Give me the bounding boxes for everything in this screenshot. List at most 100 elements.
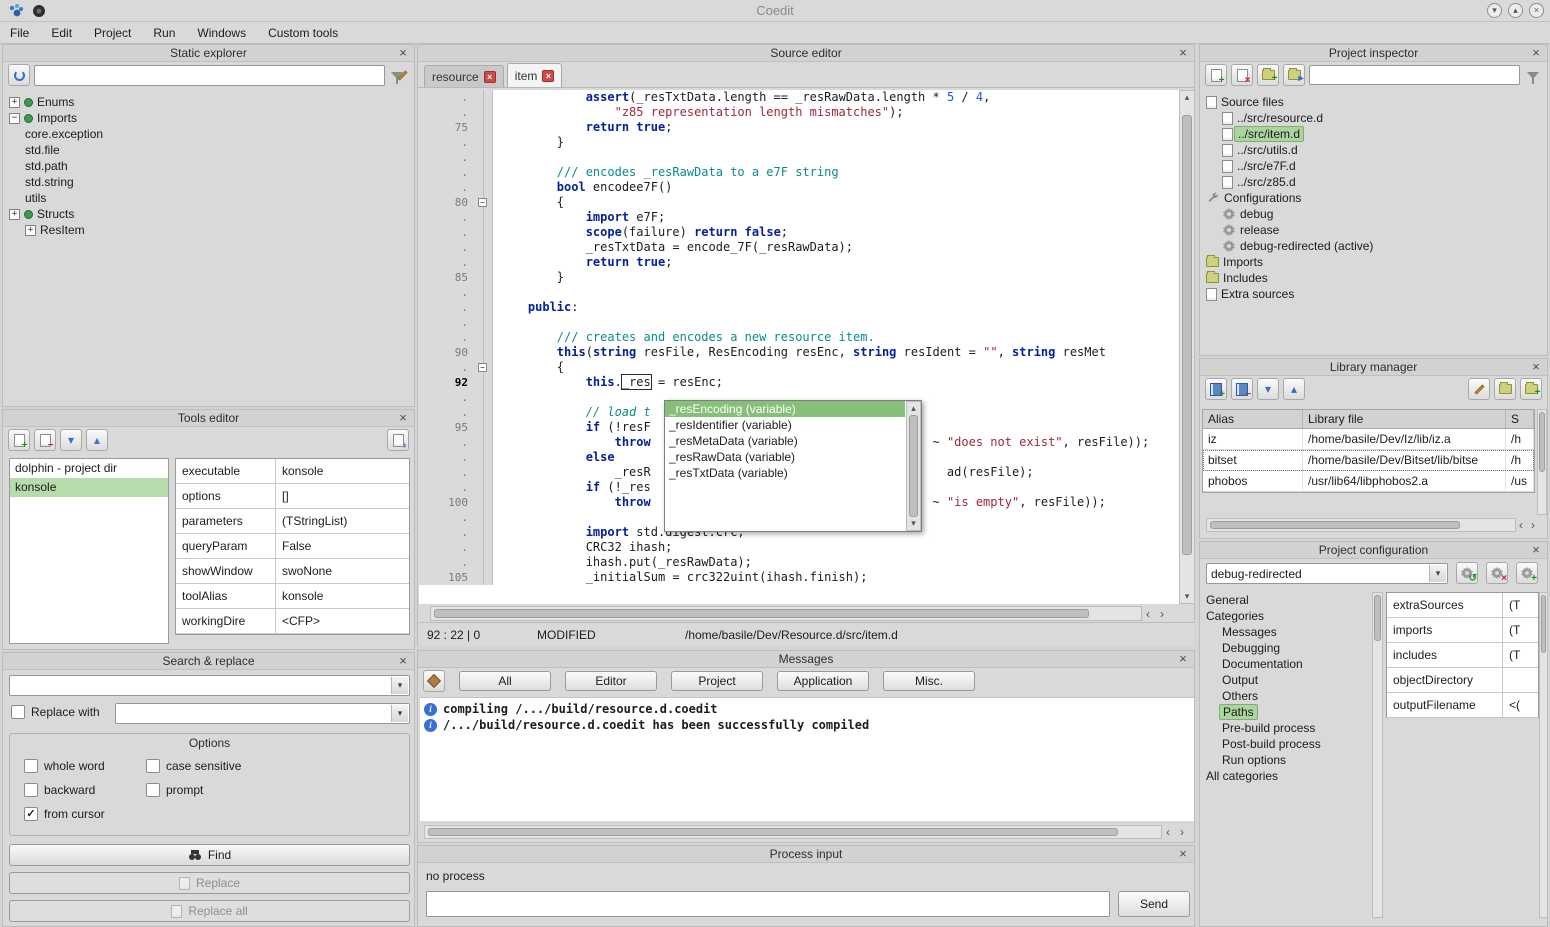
code-line[interactable]: . /// creates and encodes a new resource… bbox=[419, 330, 1179, 345]
menu-project[interactable]: Project bbox=[94, 26, 131, 40]
menu-windows[interactable]: Windows bbox=[197, 26, 246, 40]
close-panel-icon[interactable]: × bbox=[1529, 542, 1543, 557]
close-panel-icon[interactable]: × bbox=[396, 410, 410, 425]
tree-item-core-exception[interactable]: core.exception bbox=[5, 126, 412, 142]
code-line[interactable]: 85 } bbox=[419, 270, 1179, 285]
refresh-button[interactable] bbox=[8, 64, 30, 86]
property-row[interactable]: toolAliaskonsole bbox=[176, 584, 409, 609]
lib-from-project-button[interactable]: + bbox=[1520, 378, 1542, 400]
completion-item[interactable]: _resRawData (variable) bbox=[665, 449, 905, 465]
scroll-up-icon[interactable]: ▴ bbox=[1180, 92, 1194, 103]
filter-application-button[interactable]: Application bbox=[777, 671, 869, 691]
property-row[interactable]: executablekonsole bbox=[176, 459, 409, 484]
project-filter-input[interactable] bbox=[1309, 65, 1520, 85]
column-header-alias[interactable]: Alias bbox=[1203, 410, 1303, 428]
property-value[interactable]: (T bbox=[1503, 593, 1538, 617]
tree-item-source-files[interactable]: Source files bbox=[1202, 94, 1545, 110]
close-panel-icon[interactable]: × bbox=[1176, 846, 1190, 861]
message-row[interactable]: /.../build/resource.d.coedit has been su… bbox=[424, 717, 1190, 733]
configuration-select[interactable]: debug-redirected ▾ bbox=[1206, 563, 1448, 584]
filter-icon[interactable] bbox=[1524, 72, 1542, 79]
tree-item-others[interactable]: Others bbox=[1202, 688, 1370, 704]
code-line[interactable]: . bbox=[419, 150, 1179, 165]
chevron-down-icon[interactable]: ▾ bbox=[1429, 565, 1446, 582]
close-panel-icon[interactable]: × bbox=[1176, 651, 1190, 666]
tree-item-std-string[interactable]: std.string bbox=[5, 174, 412, 190]
expander-icon[interactable]: + bbox=[9, 97, 20, 108]
tree-item-run-options[interactable]: Run options bbox=[1202, 752, 1370, 768]
tree-item-categories[interactable]: Categories bbox=[1202, 608, 1370, 624]
property-value[interactable]: <( bbox=[1503, 693, 1538, 717]
option-from-cursor[interactable]: ✓from cursor bbox=[24, 806, 105, 822]
find-button[interactable]: Find bbox=[9, 844, 410, 866]
add-source-button[interactable]: + bbox=[1205, 64, 1227, 86]
remove-source-button[interactable]: × bbox=[1231, 64, 1253, 86]
replace-combo[interactable]: ▾ bbox=[115, 703, 410, 724]
column-header-library-file[interactable]: Library file bbox=[1303, 410, 1506, 428]
tree-item-output[interactable]: Output bbox=[1202, 672, 1370, 688]
shade-window-icon[interactable]: ▾ bbox=[1487, 3, 1502, 18]
menu-custom-tools[interactable]: Custom tools bbox=[268, 26, 338, 40]
column-header-s[interactable]: S bbox=[1506, 410, 1534, 428]
code-line[interactable]: 92 this._res = resEnc; bbox=[419, 375, 1179, 390]
chevron-down-icon[interactable]: ▾ bbox=[391, 677, 408, 694]
code-line[interactable]: . scope(failure) return false; bbox=[419, 225, 1179, 240]
send-button[interactable]: Send bbox=[1118, 891, 1190, 917]
property-value[interactable]: <CFP> bbox=[276, 609, 409, 633]
tree-item-release[interactable]: release bbox=[1202, 222, 1545, 238]
categories-vscrollbar[interactable] bbox=[1372, 592, 1383, 918]
property-value[interactable]: konsole bbox=[276, 584, 409, 608]
move-up-button[interactable]: ▴ bbox=[86, 429, 108, 451]
fold-icon[interactable]: − bbox=[478, 363, 487, 372]
close-panel-icon[interactable]: × bbox=[396, 45, 410, 60]
expander-icon[interactable]: + bbox=[25, 225, 36, 236]
tree-item-structs[interactable]: +Structs bbox=[5, 206, 412, 222]
message-row[interactable]: compiling /.../build/resource.d.coedit bbox=[424, 701, 1190, 717]
symbol-filter-input[interactable] bbox=[34, 65, 385, 86]
close-panel-icon[interactable]: × bbox=[396, 653, 410, 668]
code-line[interactable]: . bbox=[419, 315, 1179, 330]
property-row[interactable]: showWindowswoNone bbox=[176, 559, 409, 584]
code-line[interactable]: . bool encodee7F() bbox=[419, 180, 1179, 195]
move-down-button[interactable]: ▾ bbox=[60, 429, 82, 451]
code-line[interactable]: 80− { bbox=[419, 195, 1179, 210]
minimize-window-icon[interactable]: ▴ bbox=[1508, 3, 1523, 18]
property-value[interactable]: (T bbox=[1503, 618, 1538, 642]
editor-hscrollbar[interactable] bbox=[430, 606, 1142, 621]
tree-item-src-utils-d[interactable]: ../src/utils.d bbox=[1202, 142, 1545, 158]
open-lib-button[interactable] bbox=[1494, 378, 1516, 400]
filter-misc-button[interactable]: Misc. bbox=[883, 671, 975, 691]
tab-item[interactable]: item× bbox=[507, 63, 563, 87]
property-value[interactable]: swoNone bbox=[276, 559, 409, 583]
property-row[interactable]: queryParamFalse bbox=[176, 534, 409, 559]
close-panel-icon[interactable]: × bbox=[1176, 45, 1190, 60]
configuration-vscrollbar[interactable] bbox=[1539, 592, 1548, 918]
tree-item-general[interactable]: General bbox=[1202, 592, 1370, 608]
code-line[interactable]: . public: bbox=[419, 300, 1179, 315]
delete-config-button[interactable]: × bbox=[1486, 562, 1508, 584]
completion-item[interactable]: _resMetaData (variable) bbox=[665, 433, 905, 449]
filter-all-button[interactable]: All bbox=[459, 671, 551, 691]
tree-item-documentation[interactable]: Documentation bbox=[1202, 656, 1370, 672]
tree-item-debug-redirected-active[interactable]: debug-redirected (active) bbox=[1202, 238, 1545, 254]
scroll-up-icon[interactable]: ▴ bbox=[907, 403, 920, 414]
tree-item-imports[interactable]: −Imports bbox=[5, 110, 412, 126]
edit-lib-button[interactable] bbox=[1468, 378, 1490, 400]
chevron-down-icon[interactable]: ▾ bbox=[391, 705, 408, 722]
tree-item-debugging[interactable]: Debugging bbox=[1202, 640, 1370, 656]
completion-item[interactable]: _resIdentifier (variable) bbox=[665, 417, 905, 433]
scroll-down-icon[interactable]: ▾ bbox=[907, 518, 920, 529]
property-row[interactable]: includes(T bbox=[1387, 643, 1538, 668]
tree-item-src-e7f-d[interactable]: ../src/e7F.d bbox=[1202, 158, 1545, 174]
expander-icon[interactable]: − bbox=[9, 113, 20, 124]
close-panel-icon[interactable]: × bbox=[1529, 45, 1543, 60]
library-vscrollbar[interactable] bbox=[1537, 409, 1547, 515]
scroll-left-icon[interactable]: ‹ bbox=[1166, 825, 1170, 839]
close-panel-icon[interactable]: × bbox=[1529, 359, 1543, 374]
code-line[interactable]: . } bbox=[419, 135, 1179, 150]
code-line[interactable]: . "z85 representation length mismatches"… bbox=[419, 105, 1179, 120]
filter-editor-button[interactable]: Editor bbox=[565, 671, 657, 691]
tree-item-extra-sources[interactable]: Extra sources bbox=[1202, 286, 1545, 302]
scroll-right-icon[interactable]: › bbox=[1180, 825, 1184, 839]
property-row[interactable]: extraSources(T bbox=[1387, 593, 1538, 618]
